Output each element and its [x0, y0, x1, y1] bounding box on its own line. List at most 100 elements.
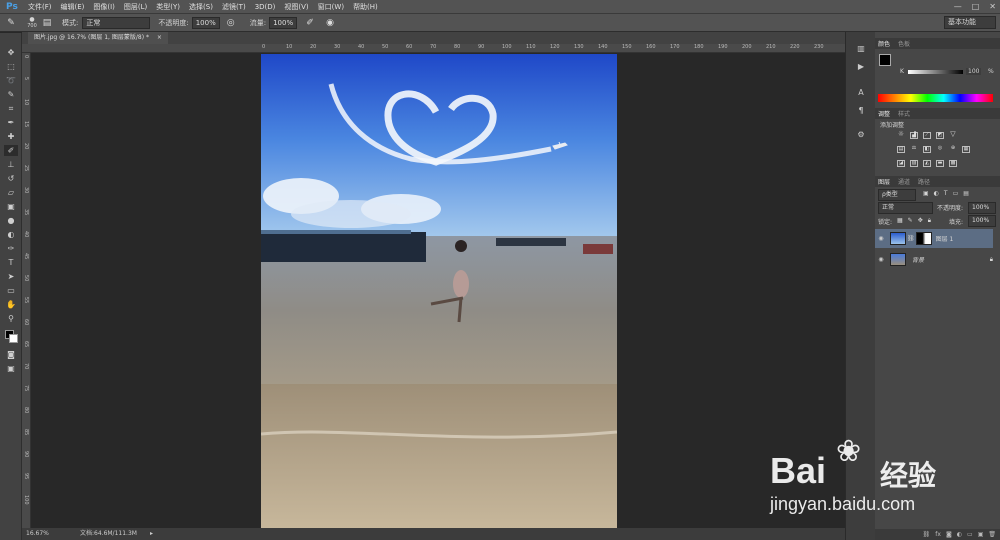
menu-filter[interactable]: 滤镜(T)	[222, 2, 246, 12]
tab-adjustments[interactable]: 调整	[878, 109, 890, 118]
posterize-icon[interactable]: ▨	[910, 160, 918, 167]
minimize-button[interactable]: —	[954, 2, 962, 11]
tab-swatches[interactable]: 色板	[898, 39, 910, 48]
visibility-eye-icon[interactable]: ◉	[875, 235, 887, 242]
screen-mode-icon[interactable]: ▣	[4, 363, 18, 374]
history-brush-icon[interactable]: ↺	[4, 173, 18, 184]
lasso-icon[interactable]: ➰	[4, 75, 18, 86]
lock-pixels-icon[interactable]: ✎	[908, 217, 913, 225]
tab-layers[interactable]: 图层	[878, 177, 890, 186]
adjust-filter-icon[interactable]: ◐	[934, 190, 939, 197]
quick-select-icon[interactable]: ✎	[4, 89, 18, 100]
brush-preset-icon[interactable]: ✎	[4, 17, 18, 29]
color-lookup-icon[interactable]: ▦	[962, 146, 970, 153]
blur-icon[interactable]: ●	[4, 215, 18, 226]
stamp-icon[interactable]: ⊥	[4, 159, 18, 170]
paragraph-icon[interactable]: ¶	[855, 106, 867, 116]
link-layers-icon[interactable]: ⛓	[923, 531, 931, 538]
horizontal-ruler[interactable]: 0 10 20 30 40 50 60 70 80 90 100 110 120 130 140 150 160…	[22, 44, 845, 53]
threshold-icon[interactable]: ◭	[923, 160, 931, 167]
visibility-eye-icon[interactable]: ◉	[875, 256, 887, 263]
new-layer-icon[interactable]: ▣	[978, 531, 984, 538]
menu-help[interactable]: 帮助(H)	[353, 2, 378, 12]
vibrance-icon[interactable]: ▽	[949, 131, 957, 139]
vertical-ruler[interactable]: 0 5 10 15 20 25 30 35 40 45 50 55 60 65 70 75 80 85 90 95 10…	[22, 53, 31, 528]
fill-input[interactable]: 100%	[968, 215, 996, 227]
layer-kind-filter[interactable]: ρ类型	[878, 189, 916, 201]
eraser-icon[interactable]: ▱	[4, 187, 18, 198]
blend-mode-select[interactable]: 正常	[878, 202, 933, 214]
invert-icon[interactable]: ◪	[897, 160, 905, 167]
crop-icon[interactable]: ⌗	[4, 103, 18, 114]
actions-icon[interactable]: ▶	[855, 62, 867, 72]
mask-link-icon[interactable]: ⛓	[907, 235, 915, 242]
k-value[interactable]: 100	[966, 68, 982, 75]
brush-panel-icon[interactable]: ▤	[40, 17, 54, 29]
quick-mask-icon[interactable]: ◙	[4, 349, 18, 360]
new-group-icon[interactable]: ▭	[967, 531, 973, 538]
flow-input[interactable]: 100%	[269, 16, 298, 29]
menu-layer[interactable]: 图层(L)	[124, 2, 147, 12]
zoom-level[interactable]: 16.67%	[26, 528, 49, 540]
new-adjustment-icon[interactable]: ◐	[957, 531, 962, 538]
gradient-icon[interactable]: ▣	[4, 201, 18, 212]
menu-window[interactable]: 窗口(W)	[318, 2, 344, 12]
path-select-icon[interactable]: ➤	[4, 271, 18, 282]
color-spectrum[interactable]	[878, 94, 993, 102]
black-white-icon[interactable]: ◧	[923, 146, 931, 153]
character-icon[interactable]: A	[855, 88, 867, 98]
brightness-icon[interactable]: ☼	[897, 131, 905, 139]
menu-3d[interactable]: 3D(D)	[255, 3, 276, 11]
layer-row[interactable]: ◉ 背景 🔒︎	[875, 250, 993, 269]
close-tab-button[interactable]: ×	[157, 34, 162, 41]
document-image[interactable]	[261, 54, 617, 528]
tool-presets-icon[interactable]: ⚙	[855, 130, 867, 140]
history-icon[interactable]: ▥	[855, 44, 867, 54]
layer-name[interactable]: 图层 1	[936, 234, 954, 243]
color-foreground-swatch[interactable]	[879, 54, 891, 66]
add-mask-icon[interactable]: ◙	[946, 531, 952, 538]
pixel-filter-icon[interactable]: ▣	[923, 190, 929, 197]
hue-saturation-icon[interactable]: ▤	[897, 146, 905, 153]
airbrush-icon[interactable]: ✐	[303, 17, 317, 29]
zoom-icon[interactable]: ⚲	[4, 313, 18, 324]
eyedropper-icon[interactable]: ✒	[4, 117, 18, 128]
smart-filter-icon[interactable]: ▤	[963, 190, 969, 197]
layer-mask-thumbnail[interactable]	[915, 232, 932, 245]
type-icon[interactable]: T	[4, 257, 18, 268]
layer-row[interactable]: ◉ ⛓ 图层 1	[875, 229, 993, 248]
layer-name[interactable]: 背景	[912, 255, 924, 264]
tab-color[interactable]: 颜色	[878, 39, 890, 48]
lock-transparent-icon[interactable]: ▦	[897, 217, 903, 225]
move-icon[interactable]: ✥	[4, 47, 18, 58]
curves-icon[interactable]: ⟋	[923, 132, 931, 139]
mode-select[interactable]: 正常	[82, 16, 151, 29]
close-window-button[interactable]: ✕	[989, 2, 996, 11]
healing-icon[interactable]: ✚	[4, 131, 18, 142]
delete-layer-icon[interactable]: 🗑︎	[988, 531, 996, 538]
menu-image[interactable]: 图像(I)	[93, 2, 115, 12]
pressure-size-icon[interactable]: ◉	[323, 17, 337, 29]
gradient-map-icon[interactable]: ▬	[936, 160, 944, 167]
selective-color-icon[interactable]: ▩	[949, 160, 957, 167]
background-color-swatch[interactable]	[9, 334, 18, 343]
status-menu-arrow-icon[interactable]: ▸	[150, 528, 153, 540]
menu-edit[interactable]: 编辑(E)	[61, 2, 85, 12]
shape-icon[interactable]: ▭	[4, 285, 18, 296]
shape-filter-icon[interactable]: ▭	[953, 190, 959, 197]
type-filter-icon[interactable]: T	[944, 190, 948, 197]
menu-file[interactable]: 文件(F)	[28, 2, 52, 12]
marquee-icon[interactable]: ⬚	[4, 61, 18, 72]
menu-select[interactable]: 选择(S)	[189, 2, 213, 12]
pen-icon[interactable]: ✑	[4, 243, 18, 254]
pressure-opacity-icon[interactable]: ◎	[224, 17, 238, 29]
lock-all-icon[interactable]: 🔒︎	[928, 217, 931, 225]
channel-mixer-icon[interactable]: ⊕	[949, 146, 957, 153]
menu-type[interactable]: 类型(Y)	[156, 2, 180, 12]
brush-size-picker[interactable]: ● 700	[24, 16, 40, 29]
opacity-input[interactable]: 100%	[191, 16, 220, 29]
document-size[interactable]: 文档:64.6M/111.3M	[80, 528, 137, 540]
photo-filter-icon[interactable]: ◎	[936, 146, 944, 153]
hand-icon[interactable]: ✋	[4, 299, 18, 310]
brush-icon[interactable]: ✐	[4, 145, 18, 156]
